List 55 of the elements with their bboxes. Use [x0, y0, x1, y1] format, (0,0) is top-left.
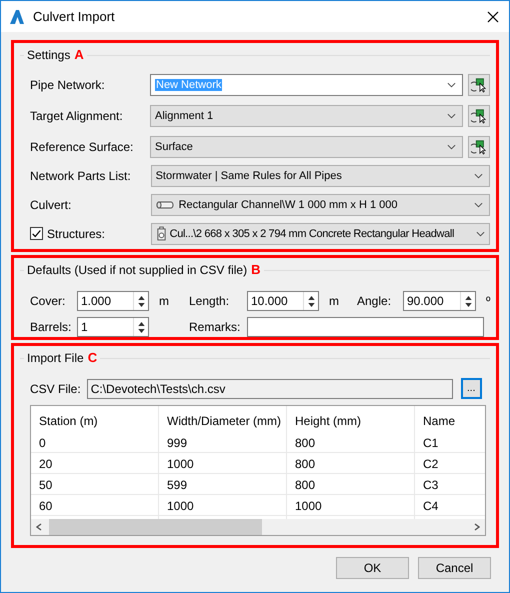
group-title: Defaults (Used if not supplied in CSV file)	[27, 263, 248, 277]
table-cell: 599	[159, 474, 287, 494]
browse-button[interactable]: ...	[460, 378, 482, 399]
table-cell: 60	[31, 495, 159, 515]
column-header[interactable]: Height (mm)	[287, 406, 415, 432]
table-cell: 1000	[159, 495, 287, 515]
table-cell-text: C1	[422, 435, 440, 452]
table-cell: 0	[31, 432, 159, 452]
field-label: Reference Surface:	[30, 140, 134, 154]
annotation-letter: B	[251, 263, 260, 277]
dropdown[interactable]: Rectangular Channel\W 1 000 mm x H 1 000	[150, 194, 490, 216]
field-label: Length:	[189, 294, 230, 308]
dropdown[interactable]: Cul...\2 668 x 305 x 2 794 mm Concrete Rectangular Headwall	[150, 222, 490, 244]
table-cell-text: C3	[422, 477, 440, 494]
column-header[interactable]: Width/Diameter (mm)	[159, 406, 287, 432]
annotation-letter: A	[74, 48, 84, 62]
dialog-button[interactable]: OK	[336, 557, 409, 579]
table-cell: 800	[287, 474, 415, 494]
table-cell: 50	[31, 474, 159, 494]
table-cell: 999	[159, 432, 287, 452]
field-label: Target Alignment:	[30, 108, 123, 122]
number-spinner[interactable]: 1.000	[77, 291, 149, 311]
table-cell: 1000	[159, 453, 287, 473]
field-label: Structures:	[47, 226, 106, 240]
number-spinner[interactable]: 90.000	[403, 291, 476, 311]
window-title: Culvert Import	[33, 9, 116, 24]
field-label: Barrels:	[30, 320, 72, 334]
field-label: Cover:	[30, 294, 66, 308]
dialog-button[interactable]: Cancel	[418, 557, 491, 579]
table-cell-text: C2	[422, 456, 440, 473]
field-label: Culvert:	[30, 198, 72, 212]
annotation-letter: C	[88, 351, 98, 365]
group-title: Settings	[27, 48, 70, 62]
unit-label: m	[158, 294, 170, 308]
dropdown[interactable]: Stormwater | Same Rules for All Pipes	[150, 164, 490, 186]
column-header[interactable]: Station (m)	[31, 406, 159, 432]
dropdown[interactable]: Surface	[150, 136, 464, 158]
file-path-field[interactable]: C:\Devotech\Tests\ch.csv	[86, 378, 453, 398]
dropdown[interactable]: Alignment 1	[150, 104, 464, 126]
group-title: Import File	[27, 351, 84, 365]
number-spinner[interactable]: 1	[77, 317, 149, 337]
table-cell: 1000	[287, 495, 415, 515]
unit-label: m	[328, 294, 340, 308]
field-label: CSV File:	[30, 382, 81, 396]
table-cell-text: C4	[422, 498, 440, 515]
table-cell: 20	[31, 453, 159, 473]
field-label: Network Parts List:	[30, 168, 131, 182]
column-header[interactable]: Name	[415, 406, 485, 432]
unit-label: º	[485, 294, 492, 308]
table-cell: 800	[287, 432, 415, 452]
field-label: Pipe Network:	[30, 78, 105, 92]
field-label: Angle:	[357, 294, 392, 308]
field-label: Remarks:	[189, 320, 242, 334]
table-cell: 800	[287, 453, 415, 473]
number-spinner[interactable]: 10.000	[247, 291, 319, 311]
